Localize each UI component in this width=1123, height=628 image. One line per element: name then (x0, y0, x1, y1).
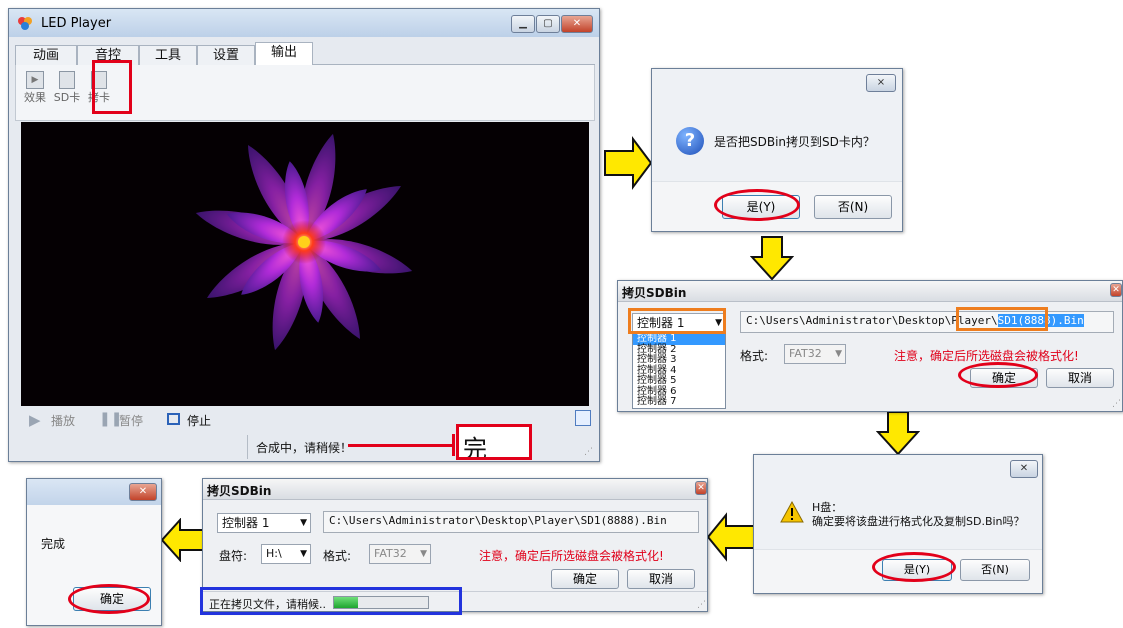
done-ok-highlight (68, 584, 150, 614)
arrow-right-1 (604, 136, 653, 190)
title-bar: LED Player ▁ ▢ ✕ (9, 9, 599, 37)
arrow-down-2 (876, 411, 920, 456)
app-logo-icon (17, 16, 33, 30)
tab-animation[interactable]: 动画 (15, 45, 77, 65)
chevron-down-icon: ▼ (300, 518, 307, 528)
tab-output[interactable]: 输出 (255, 42, 313, 66)
flower-preview-image (195, 133, 413, 351)
controller-select-2-value: 控制器 1 (222, 516, 270, 530)
chevron-down-icon: ▼ (835, 349, 842, 359)
effect-label: 效果 (24, 91, 46, 104)
resize-grip[interactable]: ⋰ (584, 447, 593, 457)
format-select-2[interactable]: FAT32 ▼ (369, 544, 431, 564)
copy-card-highlight (92, 60, 132, 114)
warning-icon (780, 501, 804, 523)
copy-sdbin-dialog-1: 拷贝SDBin ✕ 控制器 1 ▼ 控制器 1 控制器 2 控制器 3 控制器 … (617, 280, 1123, 412)
cancel-button-2[interactable]: 取消 (627, 569, 695, 589)
done-annotation-box: 完成！ (456, 424, 532, 460)
format-select-value: FAT32 (789, 347, 822, 360)
resize-grip[interactable]: ⋰ (697, 600, 706, 610)
done-close-button[interactable]: ✕ (129, 483, 157, 501)
status-bar: 合成中，请稍候！ ⋰ (247, 435, 593, 459)
tab-tools[interactable]: 工具 (139, 45, 197, 65)
sd-card-label: SD卡 (53, 91, 81, 104)
done-message: 完成 (41, 537, 66, 551)
arrow-left-1 (706, 512, 755, 562)
controller-select-2[interactable]: 控制器 1 ▼ (217, 513, 311, 533)
status-text: 合成中，请稍候！ (256, 441, 353, 455)
confirm-message: 是否把SDBin拷贝到SD卡内？ (714, 135, 875, 149)
controller-option[interactable]: 控制器 7 (633, 396, 725, 408)
format-label: 格式: (740, 349, 769, 363)
drive-letter-label: 盘符: (219, 549, 248, 563)
filename-highlight (956, 307, 1048, 331)
ok-button-2[interactable]: 确定 (551, 569, 619, 589)
drive-select-value: H:\ (266, 547, 282, 560)
sd-card-icon (59, 71, 75, 89)
close-button[interactable]: ✕ (561, 15, 593, 33)
format-dialog-close-button[interactable]: ✕ (1010, 460, 1038, 478)
chevron-down-icon: ▼ (300, 549, 307, 559)
path-field[interactable]: C:\Users\Administrator\Desktop\Player\SD… (740, 311, 1114, 333)
arrow-down-1 (750, 236, 794, 281)
play-button[interactable]: 播放 (51, 412, 75, 429)
copy-dialog-close-button[interactable]: ✕ (1110, 283, 1122, 297)
format-select-2-value: FAT32 (374, 547, 407, 560)
effect-tool[interactable]: ▶ 效果 (20, 71, 50, 115)
drive-select[interactable]: H:\ ▼ (261, 544, 311, 564)
controller-option[interactable]: 控制器 3 (633, 354, 725, 366)
format-warning-2: 注意，确定后所选磁盘会被格式化! (479, 549, 664, 563)
format-yes-highlight (872, 552, 956, 582)
annotation-line-end (452, 434, 455, 456)
controller-option[interactable]: 控制器 5 (633, 375, 725, 387)
arrow-left-2 (160, 518, 205, 562)
stop-button[interactable]: 停止 (187, 412, 211, 429)
stop-icon (167, 413, 180, 425)
schedule-icon[interactable] (575, 410, 591, 426)
controller-dropdown-list: 控制器 1 控制器 2 控制器 3 控制器 4 控制器 5 控制器 6 控制器 … (632, 333, 726, 409)
controller-option[interactable]: 控制器 1 (633, 333, 725, 345)
play-icon: ▶ (29, 411, 41, 429)
sd-card-tool[interactable]: SD卡 (52, 71, 82, 115)
chevron-down-icon: ▼ (420, 549, 427, 559)
copy-dialog-2-title: 拷贝SDBin (207, 484, 272, 498)
copy-dialog-title: 拷贝SDBin (622, 286, 687, 300)
resize-grip[interactable]: ⋰ (1112, 399, 1121, 409)
path-field-2-value: C:\Users\Administrator\Desktop\Player\SD… (329, 514, 667, 527)
preview-canvas (21, 122, 589, 406)
window-title: LED Player (41, 16, 112, 31)
format-no-button[interactable]: 否(N) (960, 559, 1030, 581)
format-select[interactable]: FAT32 ▼ (784, 344, 846, 364)
done-annotation-text: 完成！ (463, 435, 487, 460)
minimize-button[interactable]: ▁ (511, 15, 535, 33)
cancel-button[interactable]: 取消 (1046, 368, 1114, 388)
controller-highlight (628, 308, 726, 334)
copy-dialog-2-title-bar: 拷贝SDBin ✕ (203, 479, 707, 500)
pause-button[interactable]: 暂停 (119, 412, 143, 429)
copy-dialog-title-bar: 拷贝SDBin ✕ (618, 281, 1122, 302)
no-button[interactable]: 否(N) (814, 195, 892, 219)
question-icon: ? (676, 127, 704, 155)
tab-settings[interactable]: 设置 (197, 45, 255, 65)
effect-icon: ▶ (26, 71, 44, 89)
progress-highlight (200, 587, 462, 615)
maximize-button[interactable]: ▢ (536, 15, 560, 33)
format-label-2: 格式: (323, 549, 352, 563)
ok-highlight (958, 362, 1038, 388)
yes-highlight (714, 189, 800, 221)
annotation-line (348, 444, 452, 447)
path-field-2[interactable]: C:\Users\Administrator\Desktop\Player\SD… (323, 511, 699, 533)
format-warning: 注意，确定后所选磁盘会被格式化! (894, 349, 1079, 363)
dialog-close-button[interactable]: ⨯ (866, 74, 896, 92)
copy-dialog-2-close-button[interactable]: ✕ (695, 481, 707, 495)
format-confirm-message: 确定要将该盘进行格式化及复制SD.Bin吗？ (812, 515, 1025, 528)
